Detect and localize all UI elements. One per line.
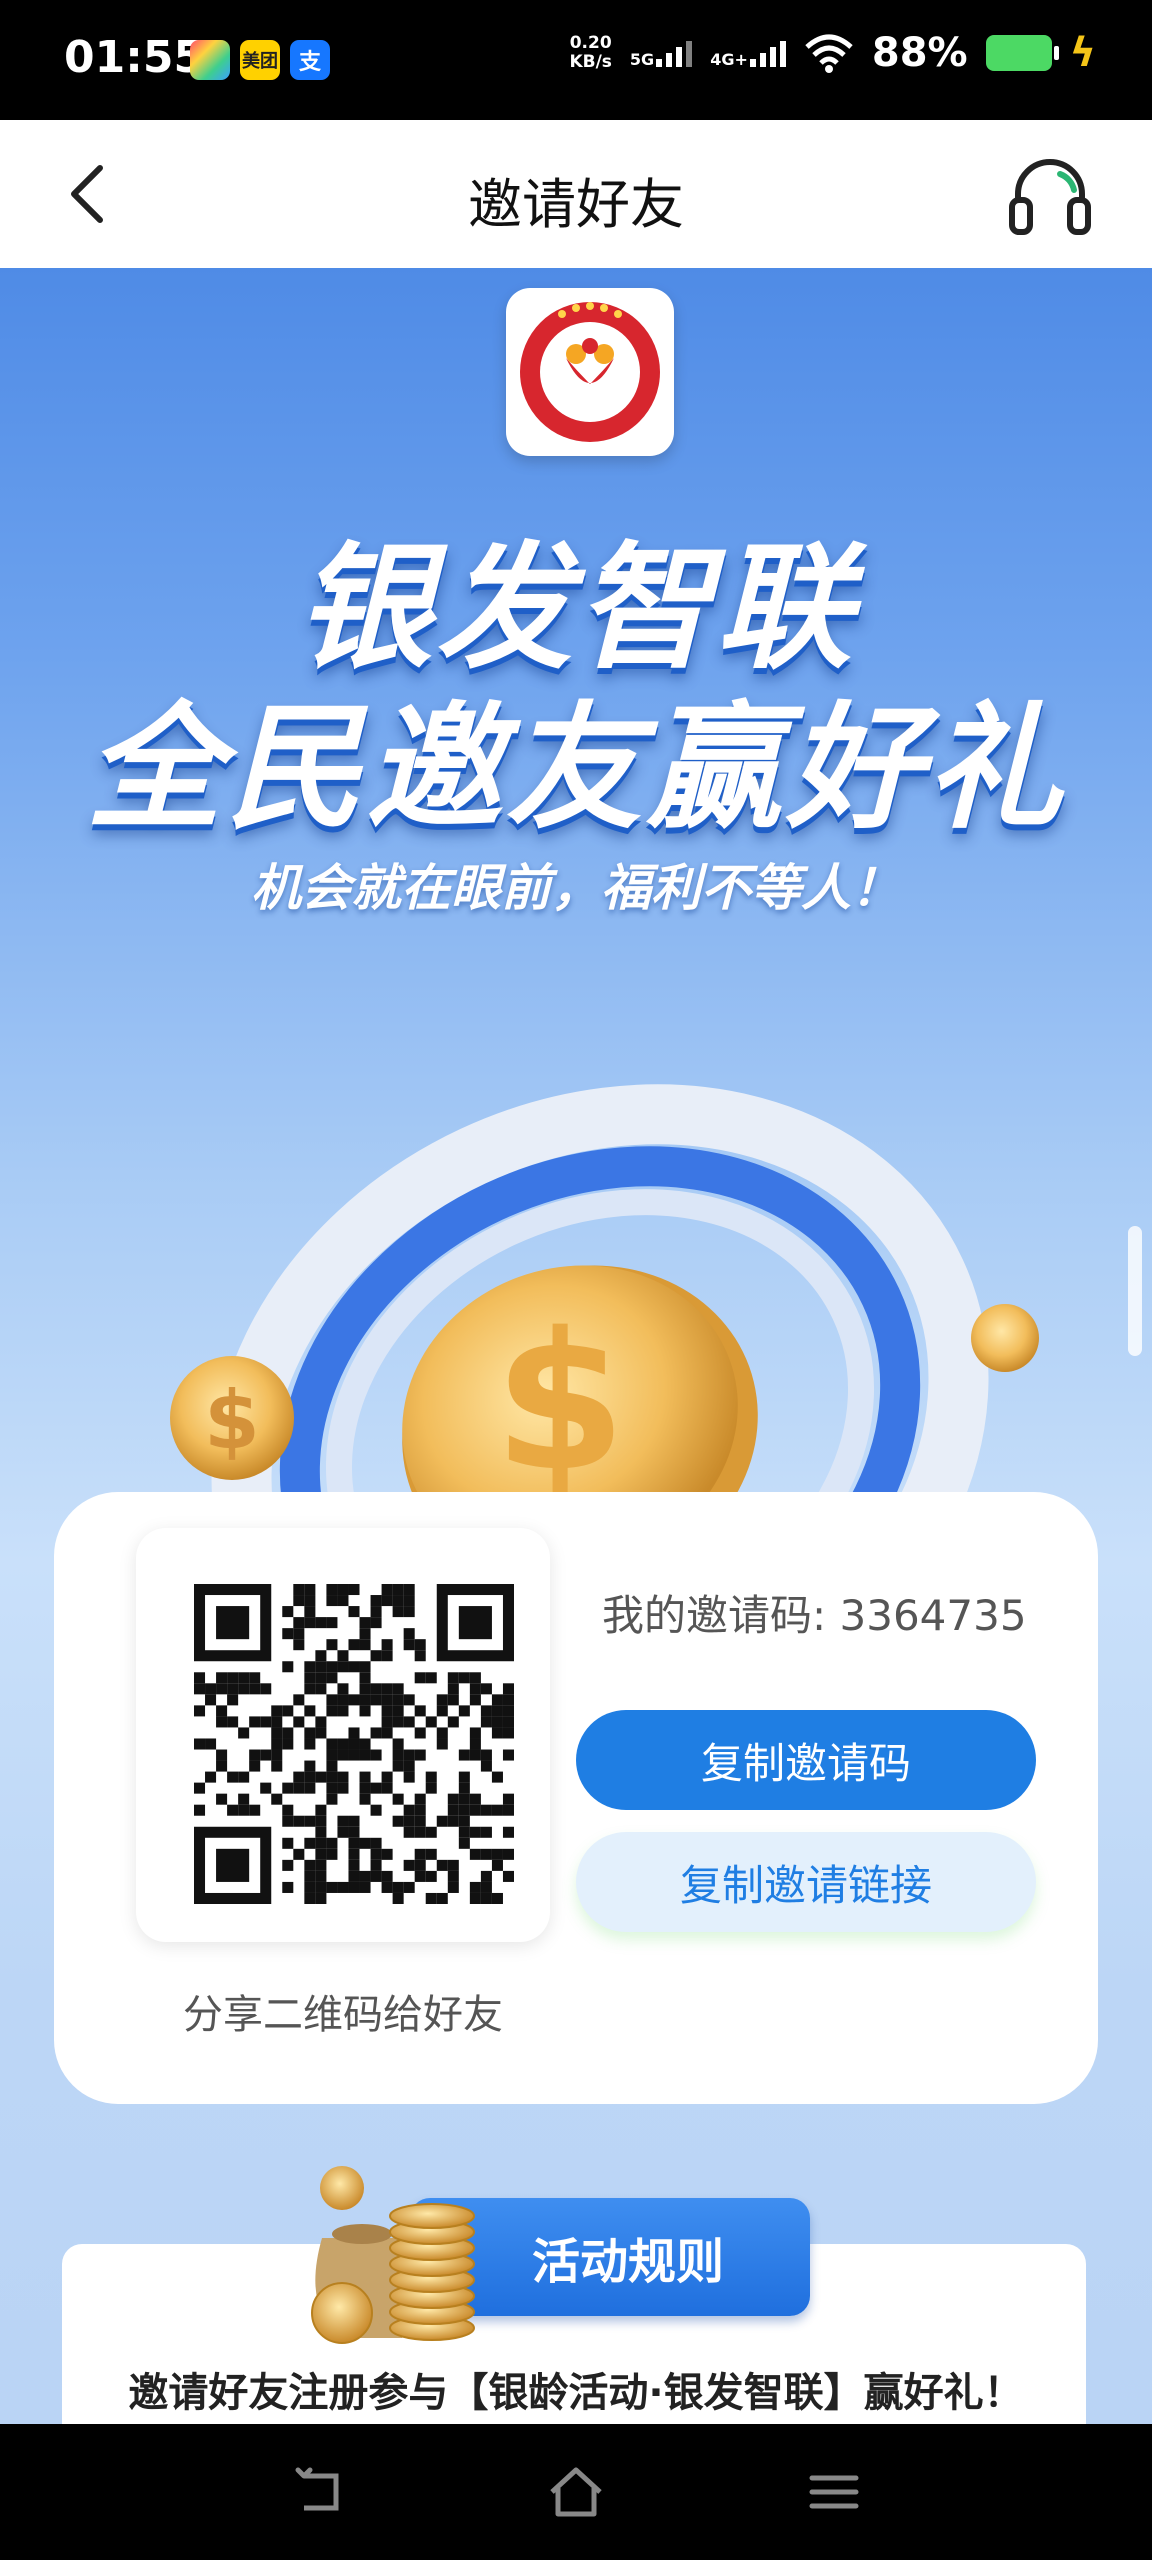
menu-nav-icon[interactable] <box>804 2462 864 2522</box>
banner-title-line2: 全民邀友赢好礼 <box>86 690 1066 848</box>
invite-qr-code <box>194 1584 514 1904</box>
battery-percent: 88% <box>871 30 968 76</box>
qr-caption: 分享二维码给好友 <box>183 1992 503 2038</box>
copy-invite-code-button[interactable]: 复制邀请码 <box>576 1710 1036 1810</box>
money-bag-coins-icon <box>311 2166 475 2344</box>
qr-code-box[interactable] <box>136 1528 550 1942</box>
page-title: 邀请好友 <box>468 173 684 236</box>
svg-text:$: $ <box>494 1292 626 1513</box>
main-content[interactable]: 银发智联 全民邀友赢好礼 机会就在眼前，福利不等人！ $ $ $ <box>0 268 1152 2424</box>
status-bar: 01:55 美团 支 0.20 KB/s 5G 4G+ 88% ϟ <box>0 0 1152 120</box>
home-nav-icon[interactable] <box>546 2462 606 2522</box>
app-logo <box>506 288 674 456</box>
signal-4g: 4G+ <box>710 39 786 69</box>
signal-bars-icon <box>656 39 693 67</box>
speed-value: 0.20 <box>569 33 612 53</box>
signal-bars-icon <box>749 39 786 67</box>
svg-text:$: $ <box>204 1374 260 1467</box>
charging-icon: ϟ <box>1069 30 1096 76</box>
banner-subtitle: 机会就在眼前，福利不等人！ <box>251 859 901 917</box>
rules-text: 邀请好友注册参与【银龄活动·银发智联】赢好礼！ <box>128 2370 1024 2416</box>
screen: 01:55 美团 支 0.20 KB/s 5G 4G+ 88% ϟ 邀请好友 银… <box>0 0 1152 2560</box>
alipay-icon: 支 <box>290 40 330 80</box>
network-type-4g: 4G+ <box>710 50 748 69</box>
system-nav-bar <box>0 2424 1152 2560</box>
speed-unit: KB/s <box>569 52 612 72</box>
scrollbar-thumb[interactable] <box>1128 1226 1142 1356</box>
status-right: 0.20 KB/s 5G 4G+ 88% ϟ <box>569 30 1096 76</box>
wifi-icon <box>805 34 853 73</box>
battery-icon <box>985 35 1059 71</box>
back-nav-icon[interactable] <box>290 2462 350 2522</box>
invite-code-text: 我的邀请码: 3364735 <box>602 1591 1027 1640</box>
meituan-icon: 美团 <box>240 40 280 80</box>
customer-service-headset-icon[interactable] <box>1004 150 1096 242</box>
network-type-5g: 5G <box>629 50 655 69</box>
invite-card: 分享二维码给好友 我的邀请码: 3364735 复制邀请码 复制邀请链接 <box>54 1492 1098 2104</box>
nav-header: 邀请好友 <box>0 120 1152 268</box>
network-speed: 0.20 KB/s <box>569 34 611 72</box>
app-store-icon <box>190 40 230 80</box>
copy-invite-link-button[interactable]: 复制邀请链接 <box>576 1832 1036 1932</box>
status-time: 01:55 <box>64 32 205 83</box>
signal-5g: 5G <box>629 39 693 69</box>
silver-age-logo-icon <box>520 302 660 442</box>
